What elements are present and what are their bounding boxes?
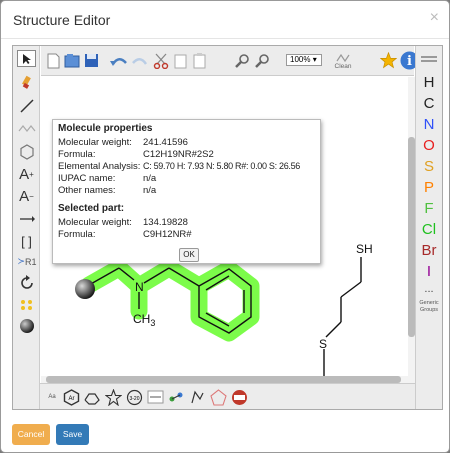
brackets-icon[interactable]: [ ] [17,232,36,251]
thiol-chain [323,257,362,380]
atom-c[interactable]: C [416,95,442,112]
structure-editor-dialog: Structure Editor × A + A − [] ≻ R1 100%… [0,0,450,453]
vertical-scroll-thumb[interactable] [408,137,415,337]
star-template-icon[interactable] [104,387,123,407]
close-icon[interactable]: × [430,9,439,27]
methyl-ch: CH [133,312,150,326]
svg-text:i: i [407,54,412,69]
element-palette: H C N O S P F Cl Br I ... Generic Groups [415,46,442,409]
atom-p[interactable]: P [416,179,442,196]
chain-icon[interactable] [17,119,36,138]
zoom-out-icon[interactable] [253,51,271,70]
paste-icon[interactable] [191,51,208,70]
sel-value-mw: 134.19828 [143,217,188,228]
atom-cl[interactable]: Cl [416,221,442,238]
prop-label-formula: Formula: [58,149,96,160]
bottom-toolbar: Aa Ar 3-20 [40,383,415,409]
svg-text:3-20: 3-20 [129,396,139,402]
polymer-template-icon[interactable] [209,387,228,407]
cyclohexane-template-icon[interactable] [83,387,102,407]
properties-heading: Molecule properties [58,123,153,134]
cancel-button[interactable]: Cancel [12,424,50,445]
chain-template-icon[interactable] [146,387,165,407]
eraser-icon[interactable] [17,73,36,92]
copy-icon[interactable] [172,51,189,70]
redo-icon[interactable] [130,51,150,70]
custom-template-icon[interactable] [230,387,249,407]
save-button[interactable]: Save [56,424,89,445]
new-file-icon[interactable] [45,51,61,70]
atom-h[interactable]: H [416,74,442,91]
horizontal-scroll-thumb[interactable] [46,376,401,383]
open-file-icon[interactable] [64,51,80,70]
methyl-sub: 3 [150,318,155,328]
prop-value-formula: C12H19NR#2S2 [143,149,214,160]
nitrogen-label: N [135,280,144,294]
select-icon[interactable] [17,50,36,67]
prop-value-other: n/a [143,185,157,196]
aromatic-ring-icon[interactable]: Ar [62,387,81,407]
zoom-value: 100% [290,55,311,64]
methyl-label: CH3 [133,312,155,328]
generic-groups-button[interactable]: Generic Groups [416,300,442,314]
atom-o[interactable]: O [416,137,442,154]
left-toolbar: A + A − [ ] ≻ R1 [13,46,40,409]
ring-template-icon[interactable] [17,142,36,161]
sel-label-mw: Molecular weight: [58,217,132,228]
reaction-arrow-icon[interactable] [17,209,36,228]
thiol-label: SH [356,242,373,256]
undo-icon[interactable] [109,51,129,70]
atom-n[interactable]: N [416,116,442,133]
editor-frame: A + A − [ ] ≻ R1 100% ▾ Clean i H C N O … [12,45,443,410]
charge-plus-icon[interactable]: A + [16,165,37,184]
attachment-point [75,279,95,299]
favorite-star-icon[interactable] [379,51,398,70]
selected-part-heading: Selected part: [58,203,125,214]
aa-aromatic-icon[interactable]: Aa [43,387,61,407]
atom-f[interactable]: F [416,200,442,217]
zoom-in-icon[interactable] [233,51,251,70]
prop-label-elemental: Elemental Analysis: [58,161,141,172]
atom-s[interactable]: S [416,158,442,175]
vertical-scrollbar[interactable] [408,77,415,383]
save-file-icon[interactable] [83,51,99,70]
functional-group-icon[interactable] [167,387,186,407]
dialog-header: Structure Editor × [1,1,449,39]
cut-icon[interactable] [151,51,170,70]
clean-icon[interactable]: Clean [332,48,354,72]
rotate-icon[interactable] [17,273,36,292]
more-atoms-button[interactable]: ... [416,283,442,295]
dialog-title: Structure Editor [13,12,111,28]
ring-size-template-icon[interactable]: 3-20 [125,387,144,407]
svg-text:Ar: Ar [69,396,75,402]
atom-i[interactable]: I [416,263,442,280]
charge-minus-icon[interactable]: A − [16,187,37,206]
zoom-select[interactable]: 100% ▾ [286,54,322,66]
prop-value-mw: 241.41596 [143,137,188,148]
molecule-properties-panel: Molecule properties Molecular weight: 24… [52,119,321,264]
prop-value-elemental: C: 59.70 H: 7.93 N: 5.80 R#: 0.00 S: 26.… [143,161,301,171]
sel-value-formula: C9H12NR# [143,229,192,240]
rgroup-icon[interactable]: ≻ R1 [15,253,39,270]
atom-br[interactable]: Br [416,242,442,259]
sgroup-icon[interactable] [17,295,36,314]
prop-label-iupac: IUPAC name: [58,173,116,184]
stereo-template-icon[interactable] [188,387,207,407]
prop-value-iupac: n/a [143,173,157,184]
single-bond-icon[interactable] [17,96,36,115]
attachment-point-icon[interactable] [17,316,36,335]
prop-label-mw: Molecular weight: [58,137,132,148]
generic-groups-label-1: Generic [419,300,439,306]
prop-label-other: Other names: [58,185,116,196]
top-toolbar: 100% ▾ Clean i [41,46,418,76]
horizontal-scrollbar[interactable] [41,376,408,383]
clean-label: Clean [334,62,352,70]
sulfur-label: S [319,337,327,351]
ok-button[interactable]: OK [179,248,199,262]
sel-label-formula: Formula: [58,229,96,240]
generic-groups-label-2: Groups [419,307,439,313]
palette-grip-icon [419,54,439,64]
